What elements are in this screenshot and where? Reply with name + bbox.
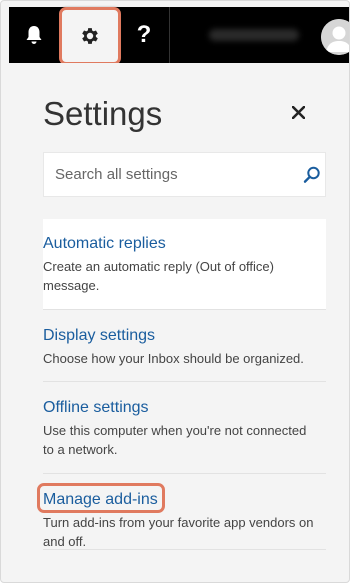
user-avatar-button[interactable] [321, 19, 349, 55]
top-navigation-bar: ? [9, 7, 349, 65]
settings-search-input[interactable] [44, 153, 284, 196]
settings-title: Settings [43, 95, 163, 132]
gear-icon [82, 28, 98, 44]
automatic-replies-section: Automatic replies Create an automatic re… [43, 219, 326, 310]
blurred-user-name [209, 29, 299, 41]
question-mark-icon: ? [136, 21, 152, 48]
manage-addins-description: Turn add-ins from your favorite app vend… [43, 515, 314, 549]
settings-search-box [43, 152, 326, 197]
section-divider [43, 473, 326, 474]
offline-settings-link[interactable]: Offline settings [43, 399, 149, 417]
close-icon [291, 105, 305, 119]
help-button[interactable]: ? [119, 7, 169, 63]
section-divider [43, 309, 326, 310]
topbar-divider [169, 7, 170, 63]
settings-gear-button[interactable] [59, 7, 121, 65]
bell-icon [26, 26, 42, 44]
offline-settings-section: Offline settings Use this computer when … [43, 397, 326, 475]
manage-addins-section: Manage add-ins Turn add-ins from your fa… [43, 489, 326, 549]
settings-panel: Settings Automatic replies Create an aut… [9, 63, 343, 582]
section-divider [43, 549, 326, 550]
close-settings-button[interactable] [289, 103, 307, 121]
automatic-replies-description: Create an automatic reply (Out of office… [43, 259, 274, 293]
display-settings-description: Choose how your Inbox should be organize… [43, 351, 304, 366]
offline-settings-description: Use this computer when you're not connec… [43, 423, 307, 457]
section-divider [43, 381, 326, 382]
display-settings-link[interactable]: Display settings [43, 327, 155, 345]
notifications-button[interactable] [9, 7, 59, 63]
settings-window: ? Settings Automatic [0, 0, 350, 583]
search-icon[interactable] [302, 165, 322, 185]
person-avatar-icon [321, 19, 349, 55]
manage-addins-link[interactable]: Manage add-ins [43, 491, 158, 509]
automatic-replies-link[interactable]: Automatic replies [43, 235, 166, 253]
display-settings-section: Display settings Choose how your Inbox s… [43, 325, 326, 385]
